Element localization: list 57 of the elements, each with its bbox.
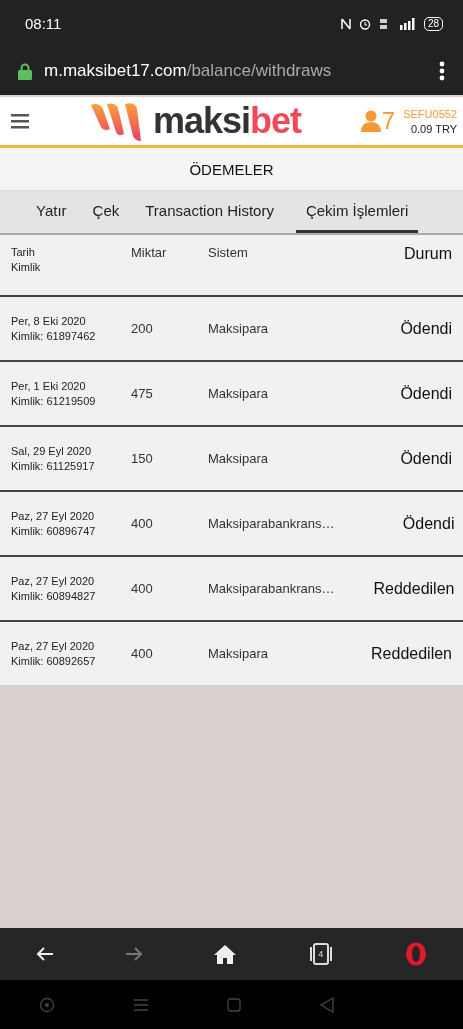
amount-cell-text: 475 (131, 386, 154, 401)
forward-arrow-icon[interactable] (125, 946, 144, 962)
amount-cell-text: 400 (131, 516, 154, 531)
home-icon[interactable] (214, 944, 237, 964)
status-cell-text: Reddedilen (370, 644, 452, 663)
nfc-icon (340, 17, 351, 30)
back-arrow-icon[interactable] (35, 946, 54, 962)
assistant-icon[interactable] (39, 996, 56, 1013)
column-header: Sistem (208, 245, 249, 260)
home-button-icon[interactable] (226, 997, 241, 1012)
account-balance: 0.09 TRY (410, 122, 457, 135)
status-cell-text: Ödendi (399, 449, 452, 468)
system-cell-text: Maksipara (208, 321, 269, 336)
status-cell-text: Ödendi (399, 384, 452, 403)
column-header: Durum (403, 245, 452, 263)
alarm-icon (358, 17, 371, 30)
status-cell-text: Reddedilen (372, 579, 455, 598)
system-cell: Maksiparabankrans… (208, 581, 335, 596)
system-cell-text: Maksipara (208, 386, 269, 401)
date-text: Paz, 27 Eyl 2020 (11, 508, 96, 524)
id-text: Kimlik: 61219509 (11, 393, 97, 409)
notification-count: 7 (381, 107, 396, 135)
user-icon[interactable] (360, 110, 381, 132)
username: SEFU0552 (403, 107, 457, 120)
status-cell-text: Ödendi (401, 514, 455, 533)
date-text: Per, 8 Eki 2020 (11, 313, 87, 329)
system-cell-text: Maksipara (208, 451, 269, 466)
id-text: Kimlik: 60894827 (11, 588, 97, 604)
date-text: Sal, 29 Eyl 2020 (11, 443, 93, 459)
id-text: Kimlik: 60892657 (11, 653, 97, 669)
date-text: Paz, 27 Eyl 2020 (11, 573, 96, 589)
battery-level: 28 (423, 16, 443, 31)
tab[interactable]: Transaction History (135, 191, 284, 233)
amount-cell-text: 400 (131, 646, 154, 661)
lock-icon (18, 62, 32, 80)
date-text: Per, 1 Eki 2020 (11, 378, 87, 394)
status-cell-text: Ödendi (399, 319, 452, 338)
amount-cell-text: 150 (131, 451, 154, 466)
id-text: Kimlik: 61125917 (11, 458, 96, 474)
system-cell-text: Maksipara (208, 646, 269, 661)
column-header: Miktar (131, 245, 168, 260)
amount-cell-text: 400 (131, 581, 154, 596)
system-cell: Maksiparabankrans… (208, 516, 335, 531)
tab[interactable]: Yatır (26, 191, 77, 233)
amount-cell-text: 200 (131, 321, 154, 336)
menu-icon[interactable] (11, 113, 29, 129)
date-text: Paz, 27 Eyl 2020 (11, 638, 96, 654)
browser-logo-icon[interactable] (405, 942, 428, 966)
id-text: Kimlik: 61897462 (11, 328, 97, 344)
back-icon[interactable] (319, 996, 334, 1013)
tab[interactable]: Çek (82, 191, 130, 233)
clock-time: 08:11 (25, 15, 63, 32)
logo-wordmark[interactable]: maksibet (152, 103, 301, 139)
id-text: Kimlik: 60896747 (11, 523, 97, 539)
page-title: ÖDEMELER (189, 160, 274, 178)
column-header: Tarih Kimlik (11, 245, 42, 275)
more-menu-icon[interactable] (439, 61, 445, 81)
